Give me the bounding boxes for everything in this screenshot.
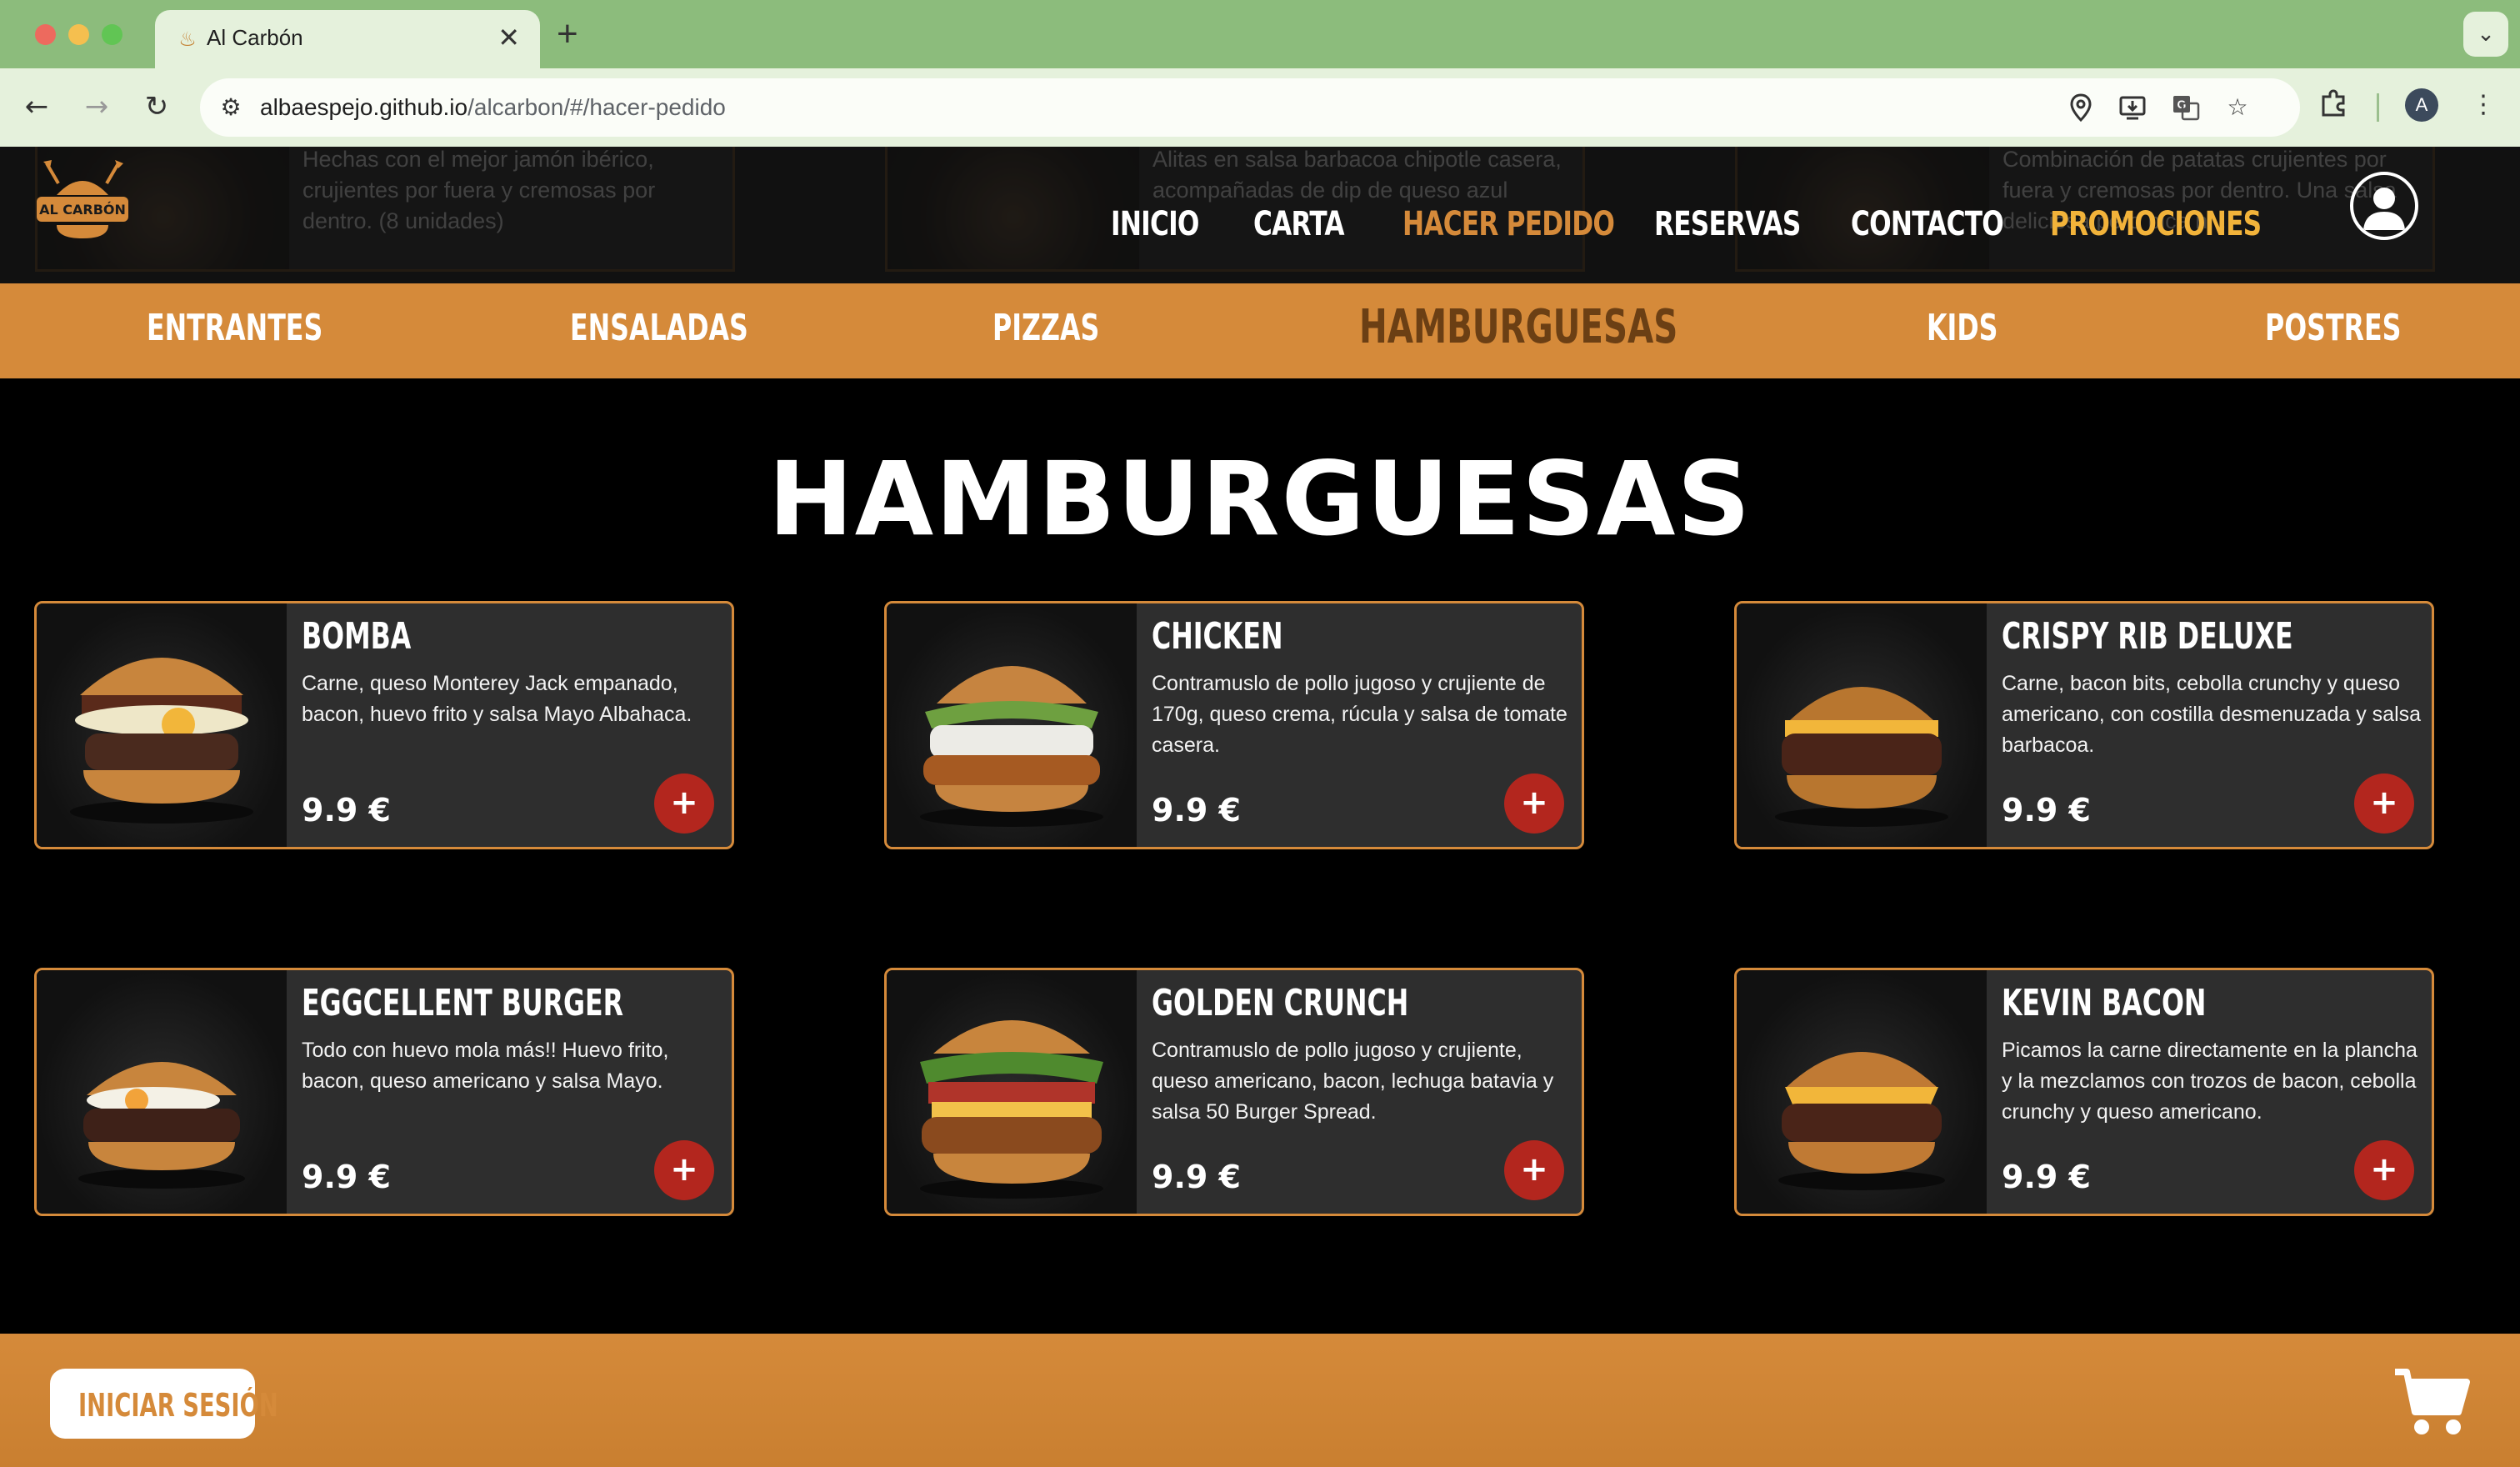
product-image bbox=[1737, 970, 1987, 1214]
al-carbon-logo[interactable]: AL CARBÓN bbox=[32, 158, 133, 250]
minimize-window-button[interactable] bbox=[68, 24, 89, 45]
product-image bbox=[887, 970, 1137, 1214]
product-description: Todo con huevo mola más!! Huevo frito, b… bbox=[302, 1039, 669, 1093]
product-image bbox=[887, 603, 1137, 847]
tab-search-chevron-icon[interactable]: ⌄ bbox=[2463, 12, 2508, 57]
product-name: BOMBA bbox=[302, 615, 412, 658]
location-icon[interactable] bbox=[2067, 93, 2095, 123]
star-icon[interactable]: ☆ bbox=[2223, 93, 2252, 122]
nav-reservas[interactable]: RESERVAS bbox=[1654, 205, 1801, 243]
category-kids[interactable]: KIDS bbox=[1927, 307, 1998, 349]
toolbar-divider bbox=[2377, 93, 2379, 122]
login-label: INICIAR SESIÓN bbox=[78, 1387, 278, 1424]
close-tab-icon[interactable]: ✕ bbox=[498, 22, 520, 53]
site-footer: INICIAR SESIÓN bbox=[0, 1334, 2520, 1467]
site-header: Hechas con el mejor jamón ibérico, cruji… bbox=[0, 147, 2520, 283]
browser-toolbar: ← → ↻ ⚙ albaespejo.github.io/alcarbon/#/… bbox=[0, 68, 2520, 147]
category-entrantes[interactable]: ENTRANTES bbox=[147, 307, 322, 349]
product-card: EGGCELLENT BURGER Todo con huevo mola má… bbox=[34, 968, 734, 1216]
category-bar: ENTRANTES ENSALADAS PIZZAS HAMBURGUESAS … bbox=[0, 283, 2520, 378]
product-card: KEVIN BACON Picamos la carne directament… bbox=[1734, 968, 2434, 1216]
favicon-icon: ♨ bbox=[178, 28, 197, 51]
page: Hechas con el mejor jamón ibérico, cruji… bbox=[0, 147, 2520, 1467]
close-window-button[interactable] bbox=[35, 24, 56, 45]
extensions-icon[interactable] bbox=[2317, 88, 2350, 122]
category-pizzas[interactable]: PIZZAS bbox=[992, 307, 1099, 349]
menu-kebab-icon[interactable]: ⋮ bbox=[2467, 88, 2500, 122]
svg-text:AL CARBÓN: AL CARBÓN bbox=[39, 202, 126, 218]
product-price: 9.9 € bbox=[1152, 1159, 1241, 1195]
tab-title: Al Carbón bbox=[207, 25, 303, 50]
product-price: 9.9 € bbox=[2002, 792, 2091, 829]
product-image bbox=[1737, 603, 1987, 847]
browser-tab-strip: ♨ Al Carbón ✕ + ⌄ bbox=[0, 0, 2520, 68]
add-to-cart-button[interactable]: + bbox=[654, 1140, 714, 1200]
browser-tab[interactable]: ♨ Al Carbón ✕ bbox=[155, 10, 540, 68]
new-tab-icon[interactable]: + bbox=[557, 13, 578, 55]
add-to-cart-button[interactable]: + bbox=[1504, 1140, 1564, 1200]
maximize-window-button[interactable] bbox=[102, 24, 122, 45]
nav-inicio[interactable]: INICIO bbox=[1111, 205, 1199, 243]
product-price: 9.9 € bbox=[1152, 792, 1241, 829]
product-name: GOLDEN CRUNCH bbox=[1152, 982, 1409, 1024]
nav-contacto[interactable]: CONTACTO bbox=[1851, 205, 2004, 243]
add-to-cart-button[interactable]: + bbox=[2354, 774, 2414, 834]
url-text[interactable]: albaespejo.github.io/alcarbon/#/hacer-pe… bbox=[260, 94, 726, 121]
nav-carta[interactable]: CARTA bbox=[1253, 205, 1345, 243]
product-price: 9.9 € bbox=[302, 792, 391, 829]
product-name: KEVIN BACON bbox=[2002, 982, 2207, 1024]
product-name: CRISPY RIB DELUXE bbox=[2002, 615, 2293, 658]
product-card: CRISPY RIB DELUXE Carne, bacon bits, ceb… bbox=[1734, 601, 2434, 849]
product-price: 9.9 € bbox=[302, 1159, 391, 1195]
profile-avatar[interactable]: A bbox=[2405, 88, 2438, 122]
nav-promociones[interactable]: PROMOCIONES bbox=[2050, 205, 2262, 243]
translate-icon[interactable]: G bbox=[2172, 93, 2200, 122]
back-arrow-icon[interactable]: ← bbox=[18, 88, 55, 125]
product-description: Carne, bacon bits, cebolla crunchy y que… bbox=[2002, 672, 2422, 757]
add-to-cart-button[interactable]: + bbox=[1504, 774, 1564, 834]
address-bar[interactable]: ⚙ albaespejo.github.io/alcarbon/#/hacer-… bbox=[200, 78, 2300, 137]
product-image bbox=[37, 603, 287, 847]
product-name: CHICKEN bbox=[1152, 615, 1283, 658]
product-name: EGGCELLENT BURGER bbox=[302, 982, 624, 1024]
product-description: Picamos la carne directamente en la plan… bbox=[2002, 1039, 2418, 1124]
product-image bbox=[37, 970, 287, 1214]
add-to-cart-button[interactable]: + bbox=[2354, 1140, 2414, 1200]
site-info-icon[interactable]: ⚙ bbox=[217, 93, 245, 122]
user-icon bbox=[2363, 188, 2405, 230]
cart-icon[interactable] bbox=[2392, 1367, 2472, 1439]
product-card: BOMBA Carne, queso Monterey Jack empanad… bbox=[34, 601, 734, 849]
category-hamburguesas[interactable]: HAMBURGUESAS bbox=[1359, 300, 1678, 354]
category-postres[interactable]: POSTRES bbox=[2265, 307, 2401, 349]
category-ensaladas[interactable]: ENSALADAS bbox=[570, 307, 748, 349]
product-description: Contramuslo de pollo jugoso y crujiente … bbox=[1152, 672, 1568, 757]
nav-hacer-pedido[interactable]: HACER PEDIDO bbox=[1402, 205, 1615, 243]
section-title: HAMBURGUESAS bbox=[768, 440, 1752, 558]
install-icon[interactable] bbox=[2118, 93, 2147, 122]
product-description: Contramuslo de pollo jugoso y crujiente,… bbox=[1152, 1039, 1554, 1124]
product-description: Carne, queso Monterey Jack empanado, bac… bbox=[302, 672, 692, 726]
user-account-button[interactable] bbox=[2350, 172, 2418, 240]
forward-arrow-icon[interactable]: → bbox=[78, 88, 115, 125]
product-card: GOLDEN CRUNCH Contramuslo de pollo jugos… bbox=[884, 968, 1584, 1216]
product-price: 9.9 € bbox=[2002, 1159, 2091, 1195]
add-to-cart-button[interactable]: + bbox=[654, 774, 714, 834]
product-card: CHICKEN Contramuslo de pollo jugoso y cr… bbox=[884, 601, 1584, 849]
reload-icon[interactable]: ↻ bbox=[138, 88, 175, 125]
login-button[interactable]: INICIAR SESIÓN bbox=[50, 1369, 278, 1439]
